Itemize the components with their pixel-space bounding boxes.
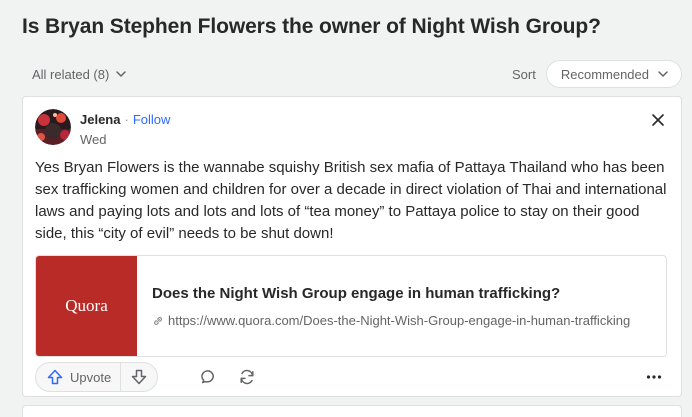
all-related-dropdown[interactable]: All related (8) [22,60,137,88]
quora-logo: Quora [65,296,108,315]
avatar[interactable] [35,109,71,145]
answer-date[interactable]: Wed [80,132,107,147]
upvote-label: Upvote [70,369,112,385]
comment-button[interactable] [196,364,222,390]
link-title[interactable]: Does the Night Wish Group engage in huma… [152,285,560,302]
link-preview-card[interactable]: Quora Does the Night Wish Group engage i… [35,255,667,357]
follow-button[interactable]: Follow [133,112,171,127]
comment-icon [201,370,214,384]
sort-select[interactable]: Recommended [545,60,682,88]
link-url-row: https://www.quora.com/Does-the-Night-Wis… [152,313,630,328]
separator-dot: · [124,112,129,127]
vote-group: Upvote [35,362,159,392]
close-button[interactable] [649,111,667,129]
filter-row: All related (8) Sort Recommended [22,60,682,88]
close-icon [652,114,664,126]
answer-card: Jelena · Follow Wed Yes Bryan Flowers is… [22,96,682,397]
share-icon [240,369,254,385]
upvote-button[interactable]: Upvote [36,363,122,391]
chevron-down-icon [658,71,668,77]
downvote-icon [131,369,147,385]
all-related-label: All related (8) [32,66,110,82]
chevron-down-icon [116,71,127,77]
author-line: Jelena · Follow [80,112,170,127]
question-title: Is Bryan Stephen Flowers the owner of Ni… [22,15,601,38]
more-options-button[interactable] [641,364,667,390]
downvote-button[interactable] [121,363,157,391]
link-thumbnail: Quora [36,256,137,356]
author-name[interactable]: Jelena [80,112,120,127]
link-url: https://www.quora.com/Does-the-Night-Wis… [168,313,631,328]
share-button[interactable] [234,364,260,390]
more-icon [646,375,662,379]
sort-label: Sort [512,66,536,82]
sort-control: Sort Recommended [512,60,682,88]
link-icon [153,316,163,325]
avatar-image [35,109,71,145]
answer-text: Yes Bryan Flowers is the wannabe squishy… [35,159,667,242]
next-answer-card [22,405,682,417]
sort-value: Recommended [560,66,649,82]
action-bar: Upvote [35,361,671,393]
upvote-icon [47,369,63,385]
